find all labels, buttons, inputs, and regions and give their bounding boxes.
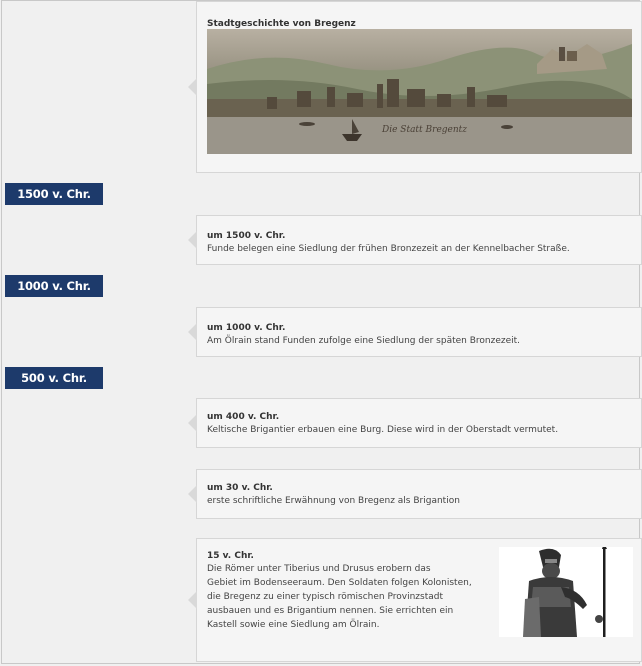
panorama-caption: Die Statt Bregentz	[381, 125, 467, 135]
event-text: Funde belegen eine Siedlung der frühen B…	[207, 244, 570, 254]
timeline-event-card: um 1000 v. Chr. Am Ölrain stand Funden z…	[188, 307, 642, 357]
event-title: um 30 v. Chr.	[207, 483, 273, 493]
card-pointer	[188, 414, 197, 432]
bregenz-historic-panorama-image: Die Statt Bregentz	[207, 29, 632, 154]
timeline-event-card: um 400 v. Chr. Keltische Brigantier erba…	[188, 398, 642, 448]
event-title: um 400 v. Chr.	[207, 412, 280, 422]
event-text: erste schriftliche Erwähnung von Bregenz…	[207, 496, 460, 506]
timeline-event-card: um 1500 v. Chr. Funde belegen eine Siedl…	[188, 215, 642, 265]
roman-soldier-illustration	[499, 547, 633, 637]
panorama-illustration: Die Statt Bregentz	[207, 44, 632, 154]
event-text: Keltische Brigantier erbauen eine Burg. …	[207, 425, 559, 435]
card-pointer	[188, 591, 197, 609]
era-marker-500: 500 v. Chr.	[5, 367, 103, 389]
era-marker-1500: 1500 v. Chr.	[5, 183, 103, 205]
card-pointer	[188, 78, 197, 96]
card-pointer	[188, 231, 197, 249]
card-pointer	[188, 485, 197, 503]
roman-soldier-image	[499, 547, 633, 637]
timeline-event-card: um 30 v. Chr. erste schriftliche Erwähnu…	[188, 469, 642, 519]
event-title: um 1000 v. Chr.	[207, 323, 286, 333]
timeline-event-card: 15 v. Chr. Die Römer unter Tiberius und …	[188, 538, 642, 662]
card-pointer	[188, 323, 197, 341]
era-marker-1000: 1000 v. Chr.	[5, 275, 103, 297]
event-text: Am Ölrain stand Funden zufolge eine Sied…	[207, 336, 521, 346]
timeline-intro-card: Stadtgeschichte von Bregenz Die Statt Br…	[188, 1, 642, 173]
event-title: um 1500 v. Chr.	[207, 231, 286, 241]
